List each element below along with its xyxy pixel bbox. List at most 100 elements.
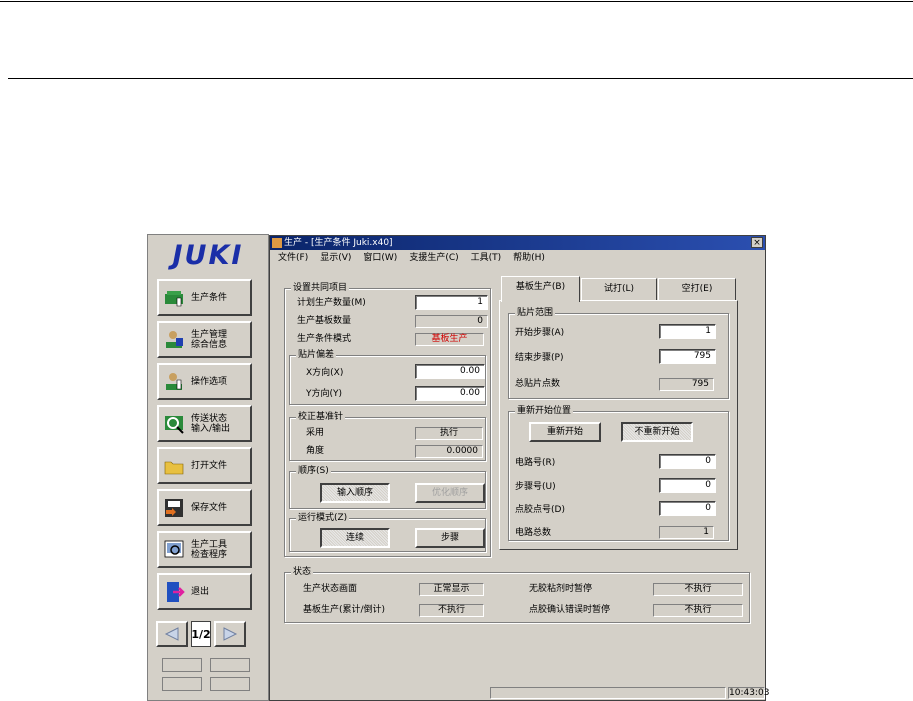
restart-group: 重新开始位置 重新开始 不重新开始 电路号(R) 0 步骤号(U) 0 点胶点号…: [508, 406, 729, 541]
status-bar: 10:43:03: [270, 686, 770, 700]
menu-help[interactable]: 帮助(H): [513, 251, 545, 265]
no-restart-button[interactable]: 不重新开始: [621, 422, 693, 442]
fiducial-title: 校正基准针: [296, 412, 346, 423]
production-conditions-icon: [163, 286, 187, 310]
app-icon: [272, 238, 282, 248]
page-navigation: 1/2: [156, 621, 260, 651]
exit-door-icon: [163, 580, 187, 604]
input-order-button[interactable]: 输入顺序: [320, 483, 390, 503]
end-step-field[interactable]: 795: [659, 349, 716, 364]
blank-cell-4: [210, 677, 250, 691]
prev-page-button[interactable]: [156, 621, 188, 647]
restart-title: 重新开始位置: [515, 406, 574, 417]
offset-group: 贴片偏差 X方向(X) 0.00 Y方向(Y) 0.00: [289, 350, 486, 405]
open-folder-icon: [163, 454, 187, 478]
start-step-field[interactable]: 1: [659, 324, 716, 339]
production-conditions-button[interactable]: 生产条件: [157, 279, 252, 316]
offset-title: 贴片偏差: [296, 350, 337, 361]
circuit-total-value: 1: [659, 526, 714, 539]
transfer-status-icon: [163, 412, 187, 436]
x-offset-label: X方向(X): [306, 368, 344, 378]
blank-cell-3: [162, 677, 202, 691]
dispense-no-label: 点胶点号(D): [515, 505, 565, 515]
placement-range-title: 贴片范围: [515, 308, 556, 319]
triangle-right-icon: [223, 627, 238, 641]
transfer-status-button[interactable]: 传送状态 输入/输出: [157, 405, 252, 442]
operation-options-icon: [163, 370, 187, 394]
y-offset-field[interactable]: 0.00: [415, 386, 485, 401]
menu-bar: 文件(F) 显示(V) 窗口(W) 支援生产(C) 工具(T) 帮助(H): [270, 251, 765, 265]
continuous-button[interactable]: 连续: [320, 528, 390, 548]
fiducial-angle-label: 角度: [306, 446, 325, 456]
dispense-no-field[interactable]: 0: [659, 501, 716, 516]
save-file-icon: [163, 496, 187, 520]
tool-check-icon: [163, 538, 187, 562]
order-group: 顺序(S) 输入顺序 优化顺序: [289, 466, 486, 509]
tab-dry-run[interactable]: 空打(E): [658, 278, 736, 300]
top-rule: [0, 1, 913, 2]
tool-check-button[interactable]: 生产工具 检查程序: [157, 531, 252, 568]
fiducial-use-label: 采用: [306, 428, 325, 438]
production-management-button[interactable]: 生产管理 综合信息: [157, 321, 252, 358]
total-points-label: 总贴片点数: [515, 379, 561, 389]
save-file-button[interactable]: 保存文件: [157, 489, 252, 526]
menu-support[interactable]: 支援生产(C): [409, 251, 458, 265]
triangle-left-icon: [164, 627, 179, 641]
x-offset-field[interactable]: 0.00: [415, 364, 485, 379]
clock: 10:43:03: [728, 687, 770, 699]
board-count-value: 不执行: [419, 604, 484, 617]
fiducial-use-value: 执行: [415, 427, 483, 440]
production-management-icon: [163, 328, 187, 352]
no-glue-pause-value: 不执行: [653, 583, 743, 596]
common-settings-group: 设置共同项目 计划生产数量(M) 1 生产基板数量 0 生产条件模式 基板生产 …: [284, 283, 491, 557]
glue-error-pause-value: 不执行: [653, 604, 743, 617]
production-window: 生产 - [生产条件 Juki.x40] × 文件(F) 显示(V) 窗口(W)…: [269, 235, 770, 701]
step-button[interactable]: 步骤: [415, 528, 485, 548]
boards-label: 生产基板数量: [297, 316, 352, 326]
blank-cell-2: [210, 658, 250, 672]
start-step-label: 开始步骤(A): [515, 328, 565, 338]
screen-status-value: 正常显示: [419, 583, 484, 596]
tab-panel: 贴片范围 开始步骤(A) 1 结束步骤(P) 795 总贴片点数 795 重新开…: [499, 300, 738, 550]
tab-board-production[interactable]: 基板生产(B): [501, 276, 580, 302]
circuit-no-label: 电路号(R): [515, 458, 556, 468]
menu-file[interactable]: 文件(F): [278, 251, 308, 265]
step-no-field[interactable]: 0: [659, 478, 716, 493]
screen-status-label: 生产状态画面: [303, 584, 358, 594]
circuit-total-label: 电路总数: [515, 528, 552, 538]
optimize-order-button[interactable]: 优化顺序: [415, 483, 485, 503]
run-mode-title: 运行模式(Z): [296, 513, 350, 524]
window-titlebar: 生产 - [生产条件 Juki.x40] ×: [270, 236, 765, 250]
status-title: 状态: [291, 567, 314, 578]
window-title: 生产 - [生产条件 Juki.x40]: [284, 238, 393, 248]
no-glue-pause-label: 无胶粘剂时暂停: [529, 584, 593, 594]
step-no-label: 步骤号(U): [515, 482, 556, 492]
next-page-button[interactable]: [214, 621, 246, 647]
status-pane: [490, 687, 726, 699]
order-title: 顺序(S): [296, 466, 331, 477]
operation-options-button[interactable]: 操作选项: [157, 363, 252, 400]
restart-button[interactable]: 重新开始: [529, 422, 601, 442]
menu-tools[interactable]: 工具(T): [471, 251, 502, 265]
common-settings-title: 设置共同项目: [291, 283, 350, 294]
tab-trial-run[interactable]: 试打(L): [581, 278, 657, 300]
menu-view[interactable]: 显示(V): [320, 251, 351, 265]
circuit-no-field[interactable]: 0: [659, 454, 716, 469]
end-step-label: 结束步骤(P): [515, 353, 564, 363]
close-button[interactable]: ×: [751, 237, 763, 248]
menu-window[interactable]: 窗口(W): [363, 251, 397, 265]
run-mode-group: 运行模式(Z) 连续 步骤: [289, 513, 486, 552]
fiducial-group: 校正基准针 采用 执行 角度 0.0000: [289, 412, 486, 461]
mode-value: 基板生产: [415, 333, 484, 346]
planned-qty-label: 计划生产数量(M): [297, 298, 366, 308]
glue-error-pause-label: 点胶确认错误时暂停: [529, 605, 611, 615]
fiducial-angle-value: 0.0000: [415, 445, 483, 458]
open-file-button[interactable]: 打开文件: [157, 447, 252, 484]
side-panel: JUKI 生产条件 生产管理 综合信息 操作选项 传送状态 输入/输出 打开文件: [147, 234, 269, 701]
placement-range-group: 贴片范围 开始步骤(A) 1 结束步骤(P) 795 总贴片点数 795: [508, 308, 729, 399]
boards-value: 0: [415, 315, 488, 328]
total-points-value: 795: [659, 378, 714, 391]
planned-qty-field[interactable]: 1: [415, 295, 488, 310]
mode-label: 生产条件模式: [297, 334, 352, 344]
exit-button[interactable]: 退出: [157, 573, 252, 610]
